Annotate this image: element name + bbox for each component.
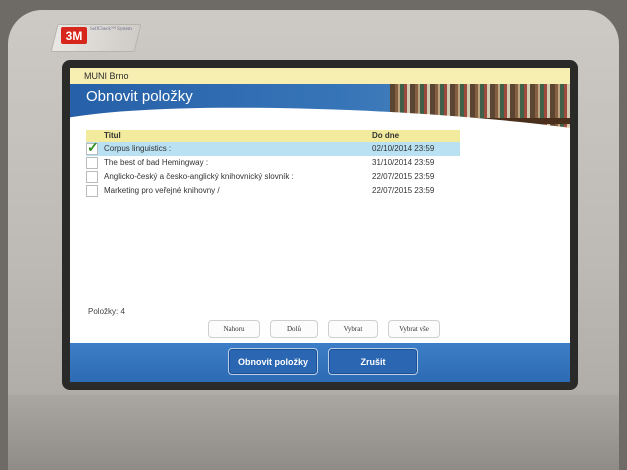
footer-bar — [70, 343, 570, 382]
page-up-button[interactable]: Nahoru — [208, 320, 260, 338]
renew-items-button[interactable]: Obnovit položky — [228, 348, 318, 375]
item-title: Corpus linguistics : — [104, 144, 172, 153]
table-row[interactable]: Anglicko-český a česko-anglický knihovni… — [86, 170, 460, 184]
kiosk-screen: MUNI Brno Obnovit položky Titul Do dne ✓… — [70, 68, 570, 382]
table-row[interactable]: Marketing pro veřejné knihovny / 22/07/2… — [86, 184, 460, 198]
row-checkbox[interactable] — [86, 171, 98, 183]
table-header: Titul Do dne — [86, 130, 460, 142]
select-button[interactable]: Vybrat — [328, 320, 378, 338]
column-header-title: Titul — [104, 131, 121, 140]
item-due-date: 31/10/2014 23:59 — [372, 158, 435, 167]
cancel-button[interactable]: Zrušit — [328, 348, 418, 375]
check-icon: ✓ — [87, 139, 99, 155]
selfcheck-logo-text: SelfCheck™ System — [90, 27, 132, 32]
row-checkbox[interactable] — [86, 157, 98, 169]
item-due-date: 22/07/2015 23:59 — [372, 186, 435, 195]
table-row[interactable]: The best of bad Hemingway : 31/10/2014 2… — [86, 156, 460, 170]
3m-logo: 3M — [61, 27, 87, 44]
items-table: Titul Do dne ✓ Corpus linguistics : 02/1… — [86, 130, 460, 198]
items-count: Položky: 4 — [88, 307, 125, 316]
item-due-date: 22/07/2015 23:59 — [372, 172, 435, 181]
location-label: MUNI Brno — [70, 68, 570, 84]
kiosk-lower-panel — [8, 395, 619, 470]
content-area — [70, 188, 540, 338]
page-down-button[interactable]: Dolů — [270, 320, 318, 338]
item-title: Marketing pro veřejné knihovny / — [104, 186, 220, 195]
item-title: Anglicko-český a česko-anglický knihovni… — [104, 172, 294, 181]
row-checkbox[interactable] — [86, 185, 98, 197]
item-title: The best of bad Hemingway : — [104, 158, 209, 167]
column-header-due: Do dne — [372, 131, 400, 140]
select-all-button[interactable]: Vybrat vše — [388, 320, 440, 338]
page-title: Obnovit položky — [86, 88, 193, 105]
table-row[interactable]: ✓ Corpus linguistics : 02/10/2014 23:59 — [86, 139, 460, 156]
item-due-date: 02/10/2014 23:59 — [372, 144, 435, 153]
